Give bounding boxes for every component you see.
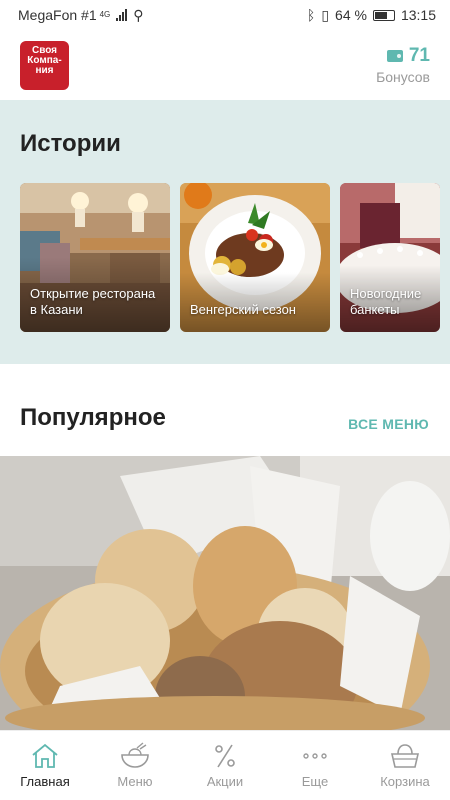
stories-section: Истории Открытие ресторана в Казани Венг…	[0, 100, 450, 364]
nav-home[interactable]: Главная	[0, 731, 90, 800]
carrier-name: MegaFon #1	[18, 7, 97, 23]
vibrate-icon: ▯	[321, 6, 330, 23]
story-card-hungarian[interactable]: Венгерский сезон	[180, 183, 330, 332]
basket-icon	[390, 744, 420, 768]
signal-icon	[116, 9, 128, 21]
popular-title: Популярное	[20, 404, 166, 431]
bluetooth-icon: ᛒ	[306, 7, 316, 23]
bonus-count: 71	[408, 45, 430, 66]
bonus-label: Бонусов	[376, 69, 430, 85]
story-label: Новогодние банкеты	[350, 286, 422, 317]
home-icon	[32, 743, 58, 768]
battery-percent: 64 %	[335, 7, 367, 23]
nav-label: Корзина	[380, 774, 430, 789]
nav-label: Еще	[301, 774, 329, 789]
story-label: Венгерский сезон	[190, 302, 296, 317]
bread-basket-image	[0, 456, 450, 730]
dish-icon	[121, 742, 149, 768]
nav-label: Меню	[117, 774, 153, 789]
popular-section-header: Популярное ВСЕ МЕНЮ	[0, 364, 450, 456]
status-bar: MegaFon #1 4G ⚲ ᛒ ▯ 64 % 13:15	[0, 0, 450, 30]
usb-icon: ⚲	[133, 6, 144, 23]
more-icon	[303, 753, 327, 759]
bonus-widget[interactable]: 71 Бонусов	[376, 45, 430, 85]
network-type: 4G	[99, 10, 111, 19]
nav-menu[interactable]: Меню	[90, 731, 180, 800]
nav-more[interactable]: Еще	[270, 731, 360, 800]
all-menu-link[interactable]: ВСЕ МЕНЮ	[348, 416, 429, 432]
brand-logo[interactable]: Своя Компа- ния	[20, 40, 69, 90]
app-header: Своя Компа- ния 71 Бонусов	[0, 30, 450, 100]
bottom-navigation: Главная Меню Акции Еще Корзина	[0, 730, 450, 800]
battery-icon	[372, 9, 395, 21]
logo-text: Своя Компа- ния	[27, 44, 62, 76]
popular-item-image[interactable]	[0, 456, 450, 730]
clock: 13:15	[400, 7, 436, 23]
stories-carousel[interactable]: Открытие ресторана в Казани Венгерский с…	[20, 183, 440, 332]
nav-label: Главная	[20, 774, 70, 789]
nav-promotions[interactable]: Акции	[180, 731, 270, 800]
story-card-restaurant[interactable]: Открытие ресторана в Казани	[20, 183, 170, 332]
story-label: Открытие ресторана в Казани	[30, 286, 156, 317]
story-card-banquets[interactable]: Новогодние банкеты	[340, 183, 440, 332]
nav-label: Акции	[206, 774, 244, 789]
percent-icon	[215, 744, 235, 768]
wallet-icon	[386, 50, 403, 62]
nav-cart[interactable]: Корзина	[360, 731, 450, 800]
stories-title: Истории	[20, 130, 121, 157]
